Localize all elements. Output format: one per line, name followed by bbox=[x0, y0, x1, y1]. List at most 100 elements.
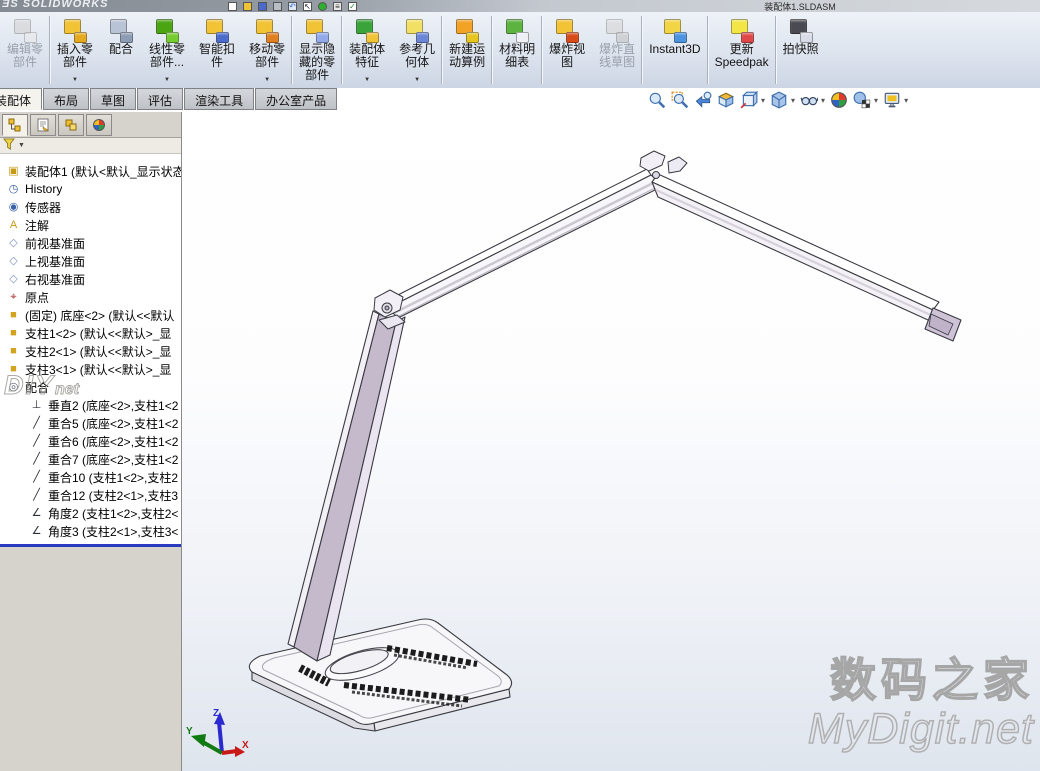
tree-item-base[interactable]: ■ (固定) 底座<2> (默认<<默认 bbox=[0, 306, 181, 324]
tab-office-products[interactable]: 办公室产品 bbox=[255, 88, 337, 110]
zoom-to-area-icon[interactable] bbox=[671, 91, 689, 109]
tree-item-icon: A bbox=[7, 219, 20, 231]
tree-item-icon: ■ bbox=[7, 327, 20, 339]
lamp-upper-arm[interactable] bbox=[384, 169, 663, 318]
tree-item-top-plane[interactable]: ◇ 上视基准面 bbox=[0, 252, 181, 270]
new-icon[interactable] bbox=[228, 2, 237, 11]
previous-view-icon[interactable] bbox=[694, 91, 712, 109]
view-orientation-icon[interactable] bbox=[740, 91, 758, 109]
tree-item-pillar3[interactable]: ■ 支柱3<1> (默认<<默认>_显 bbox=[0, 360, 181, 378]
tree-item-pillar1[interactable]: ■ 支柱1<2> (默认<<默认>_显 bbox=[0, 324, 181, 342]
command-icon bbox=[661, 16, 689, 43]
tree-item-icon: ◇ bbox=[7, 255, 20, 267]
open-icon[interactable] bbox=[243, 2, 252, 11]
command-icon bbox=[603, 16, 631, 43]
view-settings-caret[interactable]: ▾ bbox=[904, 96, 908, 105]
zoom-to-fit-icon[interactable] bbox=[648, 91, 666, 109]
tab-sketch[interactable]: 草图 bbox=[90, 88, 136, 110]
view-orientation-caret[interactable]: ▾ bbox=[761, 96, 765, 105]
assembly-features-button[interactable]: 装配体 特征 ▼ bbox=[342, 12, 392, 88]
dropdown-caret[interactable]: ▼ bbox=[414, 74, 420, 87]
triad-y-label: Y bbox=[186, 726, 193, 737]
tree-item-mate-coincident7[interactable]: ╱ 重合7 (底座<2>,支柱1<2 bbox=[0, 450, 181, 468]
edit-component-button[interactable]: 编辑零 部件 ▼ bbox=[0, 12, 50, 88]
tab-layout[interactable]: 布局 bbox=[43, 88, 89, 110]
take-snapshot-button[interactable]: 拍快照 ▼ bbox=[776, 12, 826, 88]
section-view-icon[interactable] bbox=[717, 91, 735, 109]
command-icon bbox=[11, 16, 39, 43]
tree-item-assembly-root[interactable]: ▣ 装配体1 (默认<默认_显示状态- bbox=[0, 162, 181, 180]
featuremanager-tree-icon[interactable] bbox=[2, 114, 28, 136]
show-hidden-components-button[interactable]: 显示隐 藏的零 部件 ▼ bbox=[292, 12, 342, 88]
tree-filter-row: ▼ bbox=[0, 138, 181, 154]
filter-funnel-icon[interactable] bbox=[3, 137, 15, 155]
panel-tab-bar bbox=[0, 112, 181, 138]
rollback-bar[interactable] bbox=[0, 544, 181, 547]
tree-item-mate-angle3[interactable]: ∠ 角度3 (支柱2<1>,支柱3< bbox=[0, 522, 181, 540]
command-icon bbox=[253, 16, 281, 43]
orientation-triad: Z Y X bbox=[186, 708, 249, 757]
tree-item-mates-folder[interactable]: ◎ 配合 bbox=[0, 378, 181, 396]
undo-icon[interactable]: ↶ bbox=[288, 2, 297, 11]
propertymanager-icon[interactable] bbox=[30, 114, 56, 136]
tree-item-mate-coincident5[interactable]: ╱ 重合5 (底座<2>,支柱1<2 bbox=[0, 414, 181, 432]
performance-icon[interactable] bbox=[318, 2, 327, 11]
tab-assembly[interactable]: 装配体 bbox=[0, 88, 42, 110]
tree-item-right-plane[interactable]: ◇ 右视基准面 bbox=[0, 270, 181, 288]
edit-appearance-icon[interactable] bbox=[830, 91, 848, 109]
display-style-icon[interactable] bbox=[770, 91, 788, 109]
linear-component-pattern-button[interactable]: 线性零 部件... ▼ bbox=[142, 12, 192, 88]
tree-item-mate-coincident6[interactable]: ╱ 重合6 (底座<2>,支柱1<2 bbox=[0, 432, 181, 450]
options-list-icon[interactable]: ≡ bbox=[333, 2, 342, 11]
lamp-head-arm[interactable] bbox=[652, 174, 961, 341]
apply-scene-caret[interactable]: ▾ bbox=[874, 96, 878, 105]
hide-show-items-icon[interactable] bbox=[800, 91, 818, 109]
save-icon[interactable] bbox=[258, 2, 267, 11]
dropdown-caret[interactable]: ▼ bbox=[72, 74, 78, 87]
tree-item-front-plane[interactable]: ◇ 前视基准面 bbox=[0, 234, 181, 252]
display-style-caret[interactable]: ▾ bbox=[791, 96, 795, 105]
tree-item-pillar2[interactable]: ■ 支柱2<1> (默认<<默认>_显 bbox=[0, 342, 181, 360]
tree-item-history[interactable]: ◷ History bbox=[0, 180, 181, 198]
graphics-area[interactable]: Z Y X 数码之家 MyDigit.net bbox=[182, 112, 1040, 771]
dropdown-caret[interactable]: ▼ bbox=[264, 74, 270, 87]
hide-show-items-caret[interactable]: ▾ bbox=[821, 96, 825, 105]
mate-button[interactable]: 配合 ▼ bbox=[100, 12, 142, 88]
command-icon bbox=[787, 16, 815, 43]
view-settings-icon[interactable] bbox=[883, 91, 901, 109]
new-motion-study-button[interactable]: 新建运 动算例 ▼ bbox=[442, 12, 492, 88]
model-viewport[interactable]: Z Y X bbox=[182, 112, 1040, 771]
check-options-icon[interactable]: ✓ bbox=[348, 2, 357, 11]
tree-item-mate-angle2[interactable]: ∠ 角度2 (支柱1<2>,支柱2< bbox=[0, 504, 181, 522]
lamp-lower-arm[interactable] bbox=[288, 311, 405, 661]
tree-item-mate-coincident12[interactable]: ╱ 重合12 (支柱2<1>,支柱3 bbox=[0, 486, 181, 504]
filter-caret[interactable]: ▼ bbox=[18, 142, 25, 149]
tree-item-origin[interactable]: ⌖ 原点 bbox=[0, 288, 181, 306]
tree-item-mate-perpendicular2[interactable]: ⊥ 垂直2 (底座<2>,支柱1<2 bbox=[0, 396, 181, 414]
insert-components-button[interactable]: 插入零 部件 ▼ bbox=[50, 12, 100, 88]
tree-item-annotations[interactable]: A 注解 bbox=[0, 216, 181, 234]
tab-evaluate[interactable]: 评估 bbox=[137, 88, 183, 110]
instant3d-button[interactable]: Instant3D ▼ bbox=[642, 12, 707, 88]
apply-scene-icon[interactable] bbox=[853, 91, 871, 109]
explode-line-sketch-button[interactable]: 爆炸直 线草图 ▼ bbox=[592, 12, 642, 88]
tree-item-mate-coincident10[interactable]: ╱ 重合10 (支柱1<2>,支柱2 bbox=[0, 468, 181, 486]
displaymanager-icon[interactable] bbox=[86, 114, 112, 136]
print-icon[interactable] bbox=[273, 2, 282, 11]
dropdown-caret[interactable]: ▼ bbox=[164, 74, 170, 87]
tree-item-sensors[interactable]: ◉ 传感器 bbox=[0, 198, 181, 216]
update-speedpak-button[interactable]: 更新 Speedpak ▼ bbox=[708, 12, 776, 88]
command-icon bbox=[203, 16, 231, 43]
exploded-view-button[interactable]: 爆炸视 图 ▼ bbox=[542, 12, 592, 88]
lamp-base[interactable] bbox=[249, 619, 511, 731]
smart-fasteners-button[interactable]: 智能扣 件 ▼ bbox=[192, 12, 242, 88]
select-icon[interactable]: ↖ bbox=[303, 2, 312, 11]
command-icon bbox=[353, 16, 381, 43]
command-icon bbox=[303, 16, 331, 43]
tab-render-tools[interactable]: 渲染工具 bbox=[184, 88, 254, 110]
reference-geometry-button[interactable]: 参考几 何体 ▼ bbox=[392, 12, 442, 88]
move-component-button[interactable]: 移动零 部件 ▼ bbox=[242, 12, 292, 88]
bill-of-materials-button[interactable]: 材料明 细表 ▼ bbox=[492, 12, 542, 88]
dropdown-caret[interactable]: ▼ bbox=[364, 74, 370, 87]
configurationmanager-icon[interactable] bbox=[58, 114, 84, 136]
